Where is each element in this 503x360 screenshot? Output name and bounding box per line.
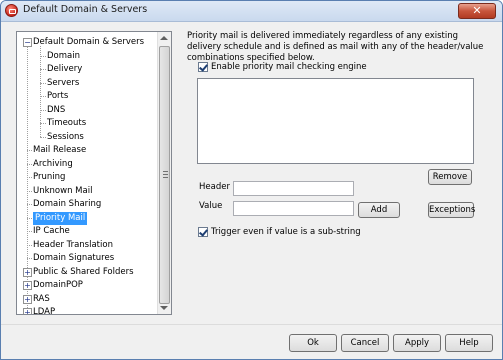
- tree-item[interactable]: Priority Mail: [33, 211, 88, 225]
- tree-connector: [27, 244, 32, 246]
- add-button[interactable]: Add: [358, 202, 400, 218]
- close-button[interactable]: ✕: [458, 3, 496, 19]
- value-input[interactable]: [233, 201, 354, 216]
- tree-item[interactable]: Ports: [47, 90, 68, 103]
- tree-item[interactable]: RAS: [33, 293, 50, 306]
- value-label: Value: [199, 201, 223, 211]
- tree-connector: [40, 82, 46, 84]
- apply-button[interactable]: Apply: [393, 334, 441, 352]
- expand-icon[interactable]: +: [23, 294, 32, 304]
- tree-item[interactable]: Public & Shared Folders: [33, 266, 134, 279]
- expand-icon[interactable]: +: [23, 267, 32, 277]
- enable-priority-checkbox[interactable]: [198, 62, 208, 72]
- tree-item[interactable]: Mail Release: [33, 144, 86, 157]
- expand-icon[interactable]: +: [23, 281, 32, 290]
- tree-connector: [27, 150, 32, 151]
- collapse-icon[interactable]: −: [23, 38, 32, 47]
- tree-scrollbar[interactable]: [157, 32, 171, 314]
- tree-item[interactable]: Unknown Mail: [33, 185, 92, 198]
- tree-connector: [40, 96, 46, 97]
- tree-connector: [27, 217, 32, 219]
- priority-mail-description: Priority mail is delivered immediately r…: [187, 31, 484, 63]
- tree-item[interactable]: Servers: [47, 77, 79, 90]
- tree-item[interactable]: Domain Signatures: [33, 252, 114, 265]
- tree-item[interactable]: DomainPOP: [33, 279, 83, 292]
- substring-label: Trigger even if value is a sub-string: [211, 227, 361, 237]
- tree-item[interactable]: DNS: [47, 104, 65, 117]
- app-icon: [5, 4, 18, 17]
- scroll-down-icon[interactable]: [160, 306, 168, 310]
- dialog-window: Default Domain & Servers ✕ Default Domai…: [0, 0, 503, 360]
- tree-item[interactable]: Default Domain & Servers: [33, 36, 144, 49]
- help-button[interactable]: Help: [445, 334, 493, 352]
- footer-separator: [1, 324, 502, 325]
- tree-connector: [27, 204, 32, 205]
- tree-connector: [40, 109, 46, 111]
- expand-icon[interactable]: +: [23, 308, 32, 314]
- tree-item[interactable]: Domain: [47, 50, 80, 63]
- cancel-button[interactable]: Cancel: [341, 334, 389, 352]
- tree-item[interactable]: LDAP: [33, 306, 55, 314]
- scroll-thumb[interactable]: [159, 46, 170, 304]
- scroll-up-icon[interactable]: [160, 36, 168, 40]
- title-bar[interactable]: Default Domain & Servers ✕: [1, 1, 502, 22]
- tree-connector: [27, 231, 32, 232]
- header-label: Header: [199, 182, 230, 192]
- tree-item[interactable]: Pruning: [33, 171, 65, 184]
- settings-tree[interactable]: Default Domain & Servers − Domain Delivery S…: [16, 31, 172, 315]
- tree-item[interactable]: Timeouts: [47, 117, 86, 130]
- tree-connector: [27, 190, 32, 192]
- tree-item[interactable]: Sessions: [47, 131, 84, 144]
- enable-priority-label: Enable priority mail checking engine: [211, 62, 367, 72]
- grip-icon: [163, 171, 168, 178]
- tree-items: Default Domain & Servers − Domain Delivery S…: [17, 32, 158, 314]
- substring-checkbox[interactable]: [198, 227, 208, 237]
- tree-connector: [40, 123, 46, 124]
- tree-connector: [27, 163, 32, 165]
- tree-connector: [40, 136, 46, 138]
- tree-item[interactable]: IP Cache: [33, 225, 70, 238]
- tree-item[interactable]: Delivery: [47, 63, 82, 76]
- tree-connector: [27, 177, 32, 178]
- window-title: Default Domain & Servers: [23, 4, 148, 15]
- tree-item[interactable]: Archiving: [33, 158, 73, 171]
- tree-item[interactable]: Header Translation: [33, 239, 113, 252]
- priority-rules-list[interactable]: [197, 78, 474, 164]
- tree-connector: [40, 69, 46, 70]
- tree-item[interactable]: Domain Sharing: [33, 198, 101, 211]
- remove-button[interactable]: Remove: [428, 169, 472, 185]
- tree-connector: [40, 55, 46, 57]
- ok-button[interactable]: Ok: [289, 334, 337, 352]
- exceptions-button[interactable]: Exceptions: [428, 202, 475, 218]
- header-input[interactable]: [233, 181, 354, 196]
- tree-connector: [27, 258, 32, 259]
